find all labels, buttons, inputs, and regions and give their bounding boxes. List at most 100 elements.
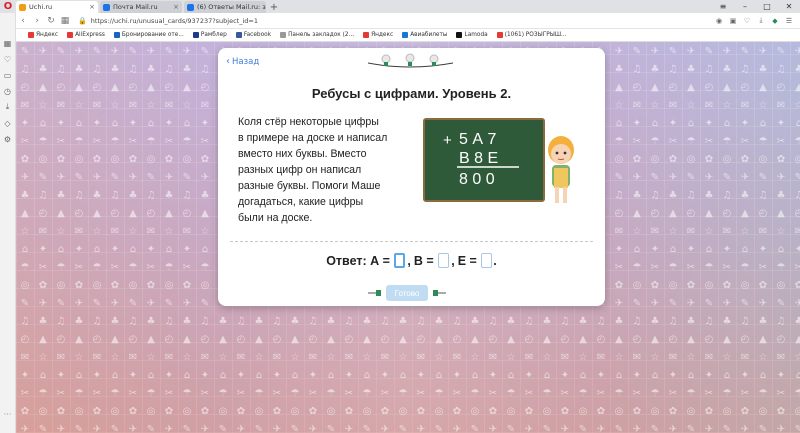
pattern-tile: ⌂ — [435, 369, 443, 381]
pattern-tile: ▲ — [795, 333, 800, 345]
pattern-tile: ✦ — [20, 117, 30, 129]
pattern-tile: ◴ — [704, 333, 714, 345]
download-icon[interactable]: ⤓ — [2, 101, 14, 113]
gear-icon[interactable]: ⚙ — [2, 133, 14, 145]
pattern-tile: ✂ — [380, 387, 390, 399]
bookmark-item[interactable]: Бронирование оте... — [113, 32, 184, 38]
bookmark-item[interactable]: Панель закладок (2... — [280, 32, 354, 38]
pattern-tile: ✿ — [560, 405, 570, 417]
pattern-tile: ♫ — [272, 315, 282, 327]
pattern-tile: ⌂ — [363, 369, 371, 381]
pattern-tile: ✦ — [758, 243, 768, 255]
pattern-tile: ✿ — [182, 279, 192, 291]
pattern-tile: ✦ — [596, 369, 606, 381]
pattern-tile: ✿ — [722, 279, 732, 291]
cube-icon[interactable]: ◇ — [2, 117, 14, 129]
history-icon[interactable]: ◷ — [2, 85, 14, 97]
pattern-tile: ▲ — [507, 333, 515, 345]
camera-icon[interactable]: ◉ — [714, 16, 724, 26]
tab-close-icon[interactable]: × — [173, 3, 179, 11]
bookmark-item[interactable]: AliExpress — [67, 32, 105, 38]
pattern-tile: ◎ — [632, 279, 642, 291]
task-line: догадаться, какие цифры — [238, 196, 364, 208]
page-content: ✎ ✈ ✎ ✈ ✎ ✈ ✎ ✈ ✎ ✈ ✎ ✈ ✎ ✈ ✎ ✈ ✎ ✈ ✎ ✈ ✎ ✈ ✎ ✈ ✎ ✈ ✎ ✈ ✎ ✈ ✎ ✈ ✎ ✈ ✎ ✈ ✎ ✈ ✎ ✈… — [16, 42, 800, 433]
pattern-tile: ☂ — [758, 135, 768, 147]
task-title: Ребусы с цифрами. Уровень 2. — [311, 86, 512, 101]
back-link[interactable]: ‹ Назад — [226, 56, 259, 67]
pattern-tile: ▲ — [57, 207, 65, 219]
pattern-tile: ✿ — [164, 153, 174, 165]
pattern-tile: ◎ — [218, 405, 228, 417]
tab-uchi[interactable]: Uchi.ru × — [16, 1, 98, 13]
pattern-tile: ◎ — [722, 405, 732, 417]
pattern-tile: ▲ — [759, 81, 767, 93]
pattern-tile: ✦ — [164, 369, 174, 381]
download-icon[interactable]: ⤓ — [756, 16, 766, 26]
snapshot-icon[interactable]: ▣ — [728, 16, 738, 26]
answer-b-input[interactable] — [438, 253, 450, 268]
bookmark-item[interactable]: Рамблер — [192, 32, 227, 38]
close-window-icon[interactable]: ✕ — [778, 0, 800, 13]
pattern-tile: ✂ — [74, 261, 84, 273]
bookmark-label: Бронирование оте... — [121, 32, 184, 38]
heart-icon[interactable]: ♡ — [742, 16, 752, 26]
speed-dial-icon[interactable]: ▦ — [58, 14, 72, 28]
pattern-tile: ✈ — [722, 45, 732, 57]
pattern-tile: ✂ — [92, 387, 102, 399]
bookmark-label: Панель закладок (2... — [288, 32, 355, 38]
pattern-tile: ◎ — [128, 279, 138, 291]
speed-dial-icon[interactable]: ▦ — [2, 37, 14, 49]
pattern-tile: ☆ — [650, 99, 660, 111]
pattern-tile: ◎ — [38, 153, 48, 165]
opera-logo-icon[interactable]: O — [0, 0, 16, 13]
pattern-tile: ◎ — [578, 405, 588, 417]
pattern-tile: ✈ — [236, 423, 246, 433]
pattern-tile: ☂ — [650, 387, 660, 399]
bookmark-item[interactable]: Яндекс — [28, 32, 58, 38]
messenger-icon[interactable]: ▭ — [2, 69, 14, 81]
forward-arrow-icon[interactable]: › — [30, 14, 44, 28]
pattern-tile: ▲ — [471, 333, 479, 345]
bookmark-item[interactable]: Яндекс — [363, 32, 393, 38]
bookmark-item[interactable]: Facebook — [235, 32, 271, 38]
extension-icon[interactable]: ◆ — [770, 16, 780, 26]
plane-icon — [402, 32, 409, 38]
pattern-tile: ◴ — [92, 333, 102, 345]
pattern-tile: ☆ — [164, 225, 174, 237]
new-tab-icon[interactable]: + — [268, 1, 280, 13]
pattern-tile: ◎ — [146, 153, 156, 165]
maximize-icon[interactable]: □ — [756, 0, 778, 13]
settings-icon[interactable]: ☰ — [784, 16, 794, 26]
reload-icon[interactable]: ↻ — [44, 14, 58, 28]
pattern-tile: ✿ — [200, 153, 210, 165]
tab-mail[interactable]: Почта Mail.ru × — [100, 1, 182, 13]
pattern-tile: ☆ — [794, 351, 800, 363]
pattern-tile: ✂ — [56, 135, 66, 147]
bookmark-item[interactable]: Lamoda — [456, 32, 488, 38]
minimize-icon[interactable]: – — [734, 0, 756, 13]
heart-icon[interactable]: ♡ — [2, 53, 14, 65]
bookmark-item[interactable]: Авиабилеты — [402, 32, 447, 38]
pattern-tile: ✉ — [92, 99, 102, 111]
url-field[interactable]: 🔒 https://uchi.ru/unusual_cards/937237?s… — [78, 15, 668, 27]
bookmark-item[interactable]: (1061) РОЗЫГРЫШ... — [496, 32, 567, 38]
done-button[interactable]: Готово — [386, 285, 428, 301]
pattern-tile: ◴ — [110, 207, 120, 219]
menu-icon[interactable]: ≡ — [712, 0, 734, 13]
back-arrow-icon[interactable]: ‹ — [16, 14, 30, 28]
pattern-tile: ◴ — [272, 333, 282, 345]
pattern-tile: ✎ — [110, 171, 120, 183]
tab-close-icon[interactable]: × — [89, 3, 95, 11]
tab-otvety[interactable]: (6) Ответы Mail.ru: задач... × — [184, 1, 266, 13]
pattern-tile: ◎ — [686, 153, 696, 165]
pattern-tile: ✈ — [200, 171, 210, 183]
pattern-tile: ♫ — [452, 315, 462, 327]
pattern-tile: ✦ — [686, 243, 696, 255]
pattern-tile: ♫ — [20, 63, 30, 75]
pattern-tile: ◎ — [758, 153, 768, 165]
answer-a-input[interactable] — [394, 253, 406, 268]
pattern-tile: ✿ — [164, 405, 174, 417]
more-icon[interactable]: ··· — [4, 410, 12, 419]
task-line: Коля стёр некоторые цифры — [238, 116, 379, 128]
answer-e-input[interactable] — [481, 253, 493, 268]
